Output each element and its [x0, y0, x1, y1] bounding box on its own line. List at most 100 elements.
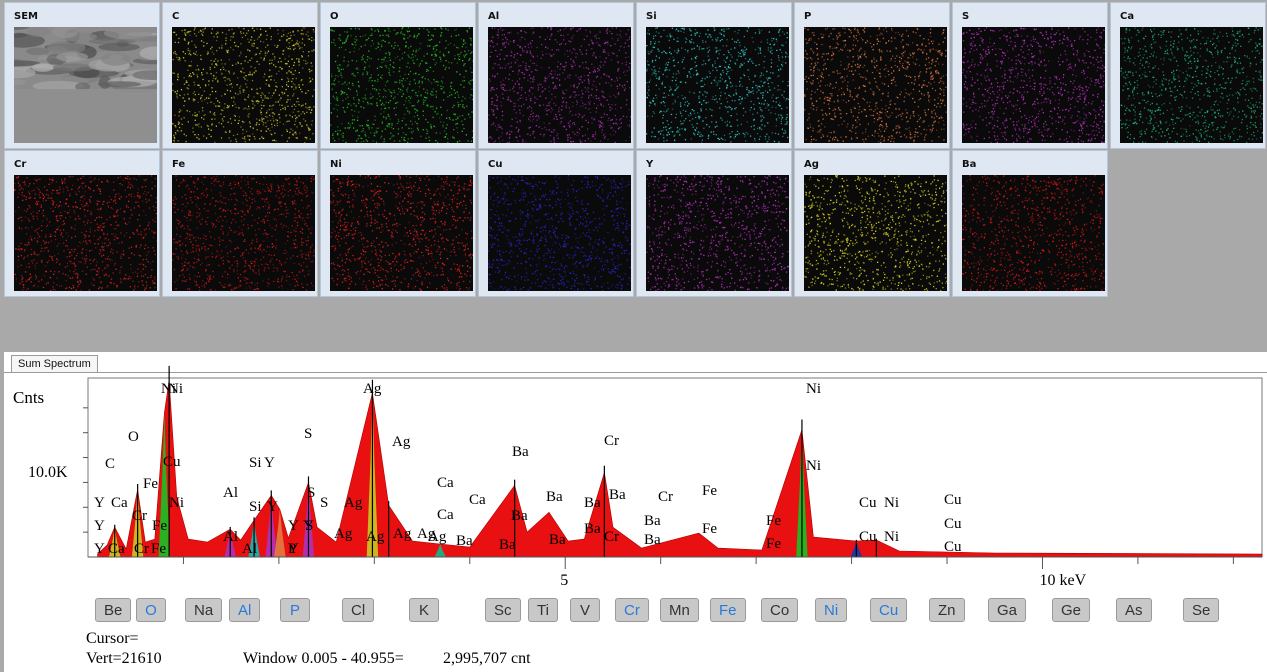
- map-tile-ag[interactable]: Ag: [794, 150, 950, 297]
- element-button-cr[interactable]: Cr: [615, 598, 649, 622]
- map-tile-s[interactable]: S: [952, 2, 1108, 149]
- peak-label: Ba: [512, 444, 529, 460]
- map-tile-label: Al: [488, 11, 500, 22]
- element-button-na[interactable]: Na: [185, 598, 223, 622]
- peak-label: Ca: [108, 541, 125, 557]
- map-image-o: [330, 27, 473, 143]
- peak-label: Ca: [437, 507, 454, 523]
- element-button-o[interactable]: O: [136, 598, 166, 622]
- peak-label: Ni: [806, 458, 821, 474]
- map-tile-ba[interactable]: Ba: [952, 150, 1108, 297]
- element-button-ga[interactable]: Ga: [988, 598, 1027, 622]
- window-readout: Window 0.005 - 40.955=: [243, 650, 404, 667]
- peak-label: Fe: [143, 476, 158, 492]
- peak-label: Ca: [111, 495, 128, 511]
- map-image-c: [172, 27, 315, 143]
- element-button-k[interactable]: K: [409, 598, 439, 622]
- peak-label: Si: [249, 455, 262, 471]
- peak-label: Ag: [363, 381, 382, 397]
- peak-label: Cr: [604, 433, 619, 449]
- element-button-cl[interactable]: Cl: [342, 598, 375, 622]
- map-tile-label: Cr: [14, 159, 27, 170]
- element-button-as[interactable]: As: [1116, 598, 1152, 622]
- map-tile-c[interactable]: C: [162, 2, 318, 149]
- peak-label: Ba: [644, 513, 661, 529]
- x-tick-label: 10 keV: [1039, 572, 1086, 589]
- map-tile-al[interactable]: Al: [478, 2, 634, 149]
- peak-label: Fe: [766, 536, 781, 552]
- map-image-s: [962, 27, 1105, 143]
- peak-label: Ca: [469, 492, 486, 508]
- peak-label: P: [288, 541, 296, 557]
- map-tile-label: Si: [646, 11, 657, 22]
- map-tile-label: Ba: [962, 159, 977, 170]
- element-button-fe[interactable]: Fe: [710, 598, 746, 622]
- peak-label: Ni: [884, 495, 899, 511]
- map-image-ca: [1120, 27, 1263, 143]
- map-tile-o[interactable]: O: [320, 2, 476, 149]
- map-tile-sem[interactable]: SEM: [4, 2, 160, 149]
- map-tile-label: Ca: [1120, 11, 1135, 22]
- element-button-v[interactable]: V: [570, 598, 600, 622]
- map-tile-label: SEM: [14, 11, 38, 22]
- peak-label: Ba: [609, 487, 626, 503]
- map-tile-label: Ag: [804, 159, 819, 170]
- peak-label: Cu: [859, 529, 877, 545]
- peak-label: Y: [94, 495, 105, 511]
- peak-label: Al: [242, 541, 257, 557]
- spectrum-panel: Sum Spectrum 5 10 keV Y Y Y C Ca Ca O Cr Cr Fe Fe Fe N…: [4, 352, 1267, 672]
- map-tile-cu[interactable]: Cu: [478, 150, 634, 297]
- map-tile-label: Y: [646, 159, 654, 170]
- element-button-se[interactable]: Se: [1183, 598, 1220, 622]
- spectrum-chart[interactable]: 5 10 keVYYYCCaCaOCrCrFeFeFeNiCuNiNiAlAlAl…: [4, 352, 1267, 597]
- map-tile-p[interactable]: P: [794, 2, 950, 149]
- map-tile-ca[interactable]: Ca: [1110, 2, 1266, 149]
- map-image-ba: [962, 175, 1105, 291]
- element-map-grid: SEM C O Al Si P S Ca Cr Fe Ni Cu Y Ag Ba: [0, 0, 1267, 345]
- y-tick-label: 10.0K: [28, 464, 68, 481]
- peak-label: Ca: [437, 475, 454, 491]
- peak-label: S: [304, 426, 312, 442]
- element-button-al[interactable]: Al: [229, 598, 261, 622]
- peak-label: Si: [249, 499, 262, 515]
- peak-label: Al: [223, 485, 238, 501]
- map-tile-si[interactable]: Si: [636, 2, 792, 149]
- peak-label: Ag: [366, 529, 385, 545]
- map-image-fe: [172, 175, 315, 291]
- x-tick-label: 5: [560, 572, 568, 589]
- peak-label: Cr: [604, 529, 619, 545]
- map-tile-label: O: [330, 11, 339, 22]
- peak-label: O: [128, 429, 139, 445]
- map-image-p: [804, 27, 947, 143]
- element-button-ni[interactable]: Ni: [815, 598, 848, 622]
- element-button-cu[interactable]: Cu: [870, 598, 908, 622]
- map-image-cu: [488, 175, 631, 291]
- element-button-be[interactable]: Be: [95, 598, 132, 622]
- peak-label: Ba: [584, 495, 601, 511]
- cursor-readout: Cursor=: [86, 630, 139, 647]
- peak-label: Ba: [546, 489, 563, 505]
- map-tile-y[interactable]: Y: [636, 150, 792, 297]
- peak-label: Y: [267, 499, 278, 515]
- peak-label: S: [307, 485, 315, 501]
- map-tile-label: P: [804, 11, 812, 22]
- map-tile-ni[interactable]: Ni: [320, 150, 476, 297]
- element-button-sc[interactable]: Sc: [485, 598, 521, 622]
- element-button-zn[interactable]: Zn: [929, 598, 965, 622]
- y-axis-label: Cnts: [13, 388, 45, 407]
- element-button-ge[interactable]: Ge: [1052, 598, 1091, 622]
- map-tile-cr[interactable]: Cr: [4, 150, 160, 297]
- element-button-ti[interactable]: Ti: [528, 598, 558, 622]
- element-button-co[interactable]: Co: [761, 598, 799, 622]
- peak-label: Ba: [584, 521, 601, 537]
- peak-label: Fe: [152, 518, 167, 534]
- element-button-mn[interactable]: Mn: [660, 598, 699, 622]
- map-tile-label: Fe: [172, 159, 186, 170]
- element-button-p[interactable]: P: [280, 598, 310, 622]
- peak-label: Ba: [644, 532, 661, 548]
- map-tile-label: Ni: [330, 159, 342, 170]
- peak-label: Cu: [944, 516, 962, 532]
- map-tile-fe[interactable]: Fe: [162, 150, 318, 297]
- peak-label: Cu: [944, 539, 962, 555]
- peak-label: Y: [288, 518, 299, 534]
